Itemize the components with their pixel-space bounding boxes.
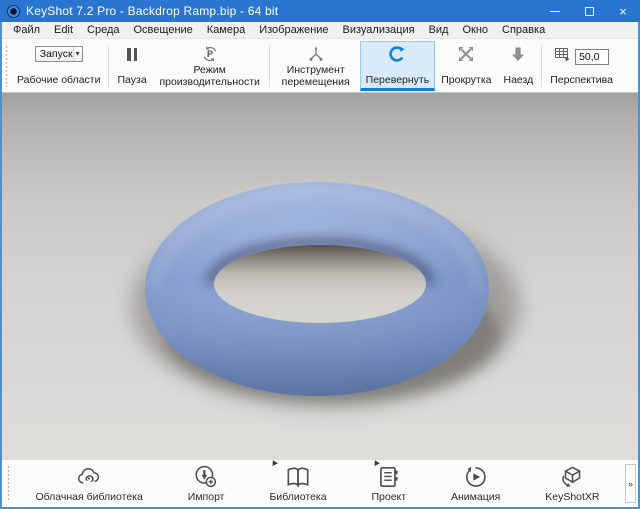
pan-icon	[457, 44, 475, 64]
performance-mode-button[interactable]: P Режим производительности	[153, 41, 267, 91]
library-button[interactable]: Библиотека	[265, 464, 330, 503]
double-chevron-icon: »	[628, 479, 633, 489]
svg-text:P: P	[207, 49, 213, 59]
menu-camera[interactable]: Камера	[200, 22, 252, 38]
torus-render	[2, 93, 638, 459]
close-button[interactable]: ×	[606, 0, 640, 22]
workspace-dropdown[interactable]: Запуск ▾	[35, 46, 83, 62]
move-tool-button[interactable]: Инструмент перемещения	[272, 41, 360, 91]
minimize-icon	[550, 11, 560, 12]
menu-bar: Файл Edit Среда Освещение Камера Изображ…	[2, 22, 638, 38]
window-title: KeyShot 7.2 Pro - Backdrop Ramp.bip - 64…	[26, 4, 278, 18]
menu-help[interactable]: Справка	[495, 22, 552, 38]
menu-view[interactable]: Вид	[422, 22, 456, 38]
perspective-value-input[interactable]	[575, 49, 609, 65]
import-icon	[192, 464, 220, 490]
keyshotxr-button[interactable]: KeyShotXR	[541, 464, 603, 503]
dolly-button[interactable]: Наезд	[497, 41, 539, 91]
import-button[interactable]: Импорт	[184, 464, 229, 503]
toolbar-separator	[541, 45, 542, 87]
title-bar[interactable]: KeyShot 7.2 Pro - Backdrop Ramp.bip - 64…	[0, 0, 640, 22]
maximize-icon	[585, 7, 594, 16]
bottom-ribbon: Облачная библиотека Импорт	[2, 459, 638, 507]
cloud-library-icon	[75, 464, 103, 490]
render-viewport[interactable]	[2, 93, 638, 459]
perspective-group: Перспектива	[544, 41, 619, 91]
menu-render[interactable]: Визуализация	[336, 22, 422, 38]
chevron-down-icon: ▾	[73, 47, 82, 61]
pan-button[interactable]: Прокрутка	[435, 41, 497, 91]
toolbar-separator	[269, 45, 270, 87]
workspace-dropdown-value: Запуск	[36, 48, 73, 60]
dolly-icon	[510, 44, 526, 64]
keyshot-logo-icon	[7, 5, 20, 18]
pause-button[interactable]: Пауза	[111, 41, 152, 91]
close-icon: ×	[619, 5, 627, 18]
animation-button[interactable]: Анимация	[447, 464, 504, 503]
perspective-label: Перспектива	[550, 74, 613, 86]
toolbar-separator	[108, 45, 109, 87]
move-tool-icon	[307, 44, 325, 64]
ribbon-drag-handle[interactable]	[6, 465, 11, 502]
menu-image[interactable]: Изображение	[252, 22, 335, 38]
menu-window[interactable]: Окно	[455, 22, 495, 38]
tumble-icon	[387, 44, 407, 64]
workspaces-label: Рабочие области	[17, 74, 100, 86]
main-toolbar: Запуск ▾ Рабочие области Пауза P	[2, 38, 638, 93]
performance-mode-icon: P	[201, 44, 219, 64]
perspective-grid-icon	[554, 46, 571, 67]
animation-icon	[462, 464, 490, 490]
menu-edit[interactable]: Edit	[47, 22, 80, 38]
pause-icon	[127, 48, 137, 61]
tumble-button[interactable]: Перевернуть	[360, 41, 436, 91]
minimize-button[interactable]	[538, 0, 572, 22]
ribbon-overflow-button[interactable]: »	[625, 464, 636, 503]
menu-file[interactable]: Файл	[6, 22, 47, 38]
project-icon	[375, 464, 403, 490]
panel-open-marker	[271, 459, 279, 466]
window-frame: Файл Edit Среда Освещение Камера Изображ…	[0, 22, 640, 509]
menu-lighting[interactable]: Освещение	[127, 22, 200, 38]
cloud-library-button[interactable]: Облачная библиотека	[31, 464, 146, 503]
library-icon	[284, 464, 312, 490]
project-button[interactable]: Проект	[367, 464, 410, 503]
menu-environment[interactable]: Среда	[80, 22, 126, 38]
toolbar-drag-handle[interactable]	[4, 45, 9, 87]
keyshotxr-icon	[558, 464, 586, 490]
maximize-button[interactable]	[572, 0, 606, 22]
workspaces-group: Запуск ▾ Рабочие области	[11, 41, 106, 91]
app-window: KeyShot 7.2 Pro - Backdrop Ramp.bip - 64…	[0, 0, 640, 509]
